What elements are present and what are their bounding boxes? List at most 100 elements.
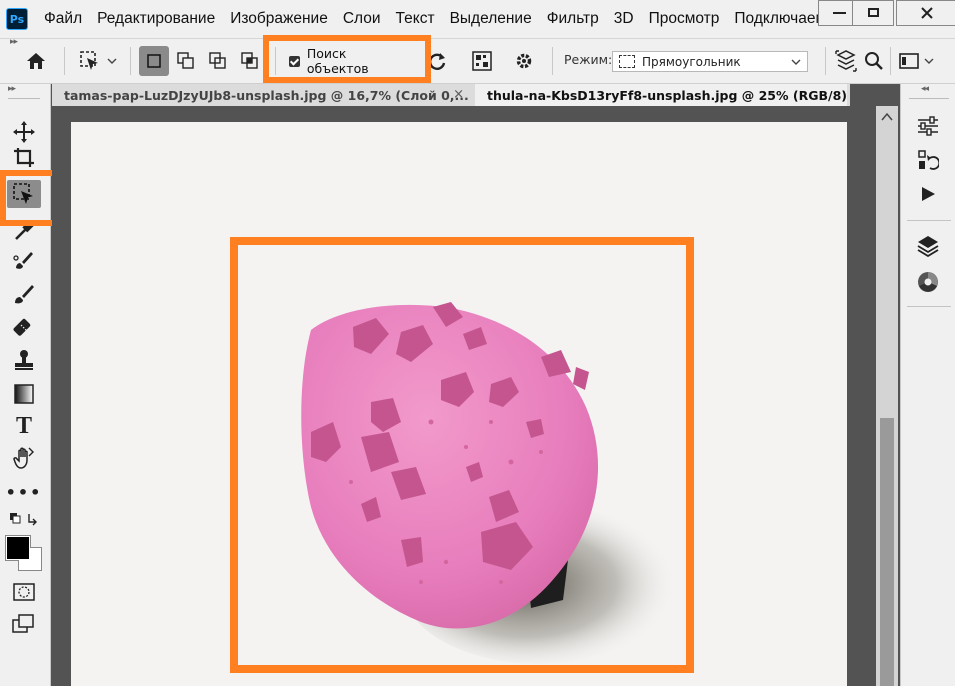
gear-icon <box>516 53 532 69</box>
panel-divider <box>907 220 951 221</box>
grip-icon: ▸▸ <box>8 84 16 94</box>
workspace-button[interactable] <box>896 46 936 76</box>
move-icon <box>13 121 35 143</box>
quick-mask-icon <box>13 583 35 601</box>
panel-divider <box>8 98 40 99</box>
close-tab-icon[interactable]: × <box>453 87 464 102</box>
intersect-selection-icon <box>241 52 258 69</box>
scroll-up-icon[interactable] <box>881 112 893 122</box>
tab-thula-na[interactable]: thula-na-KbsD13ryFf8-unsplash.jpg @ 25% … <box>475 84 847 106</box>
eraser-tool[interactable] <box>7 314 41 342</box>
new-selection-button[interactable] <box>139 46 169 76</box>
workspace-icon <box>898 53 919 69</box>
swap-colors-controls[interactable] <box>7 510 41 528</box>
minimize-icon <box>833 12 846 14</box>
subtract-selection-button[interactable] <box>203 46 233 76</box>
maximize-button[interactable] <box>852 0 894 26</box>
menu-view[interactable]: Просмотр <box>649 10 720 28</box>
gradient-tool[interactable] <box>7 380 41 408</box>
scroll-thumb[interactable] <box>880 418 894 686</box>
divider <box>64 47 65 75</box>
select-subject-icon <box>835 50 857 72</box>
type-icon: T <box>15 412 32 439</box>
close-window-button[interactable] <box>896 0 955 26</box>
tab-label: tamas-pap-LuzDJzyUJb8-unsplash.jpg @ 16,… <box>64 87 469 103</box>
highlight-object-selection-tool <box>0 170 58 226</box>
actions-panel-button[interactable] <box>914 180 942 208</box>
rectangle-mode-icon <box>619 55 635 68</box>
divider <box>552 47 553 75</box>
channels-icon <box>918 272 938 292</box>
hand-icon <box>13 447 34 469</box>
document-tabs: tamas-pap-LuzDJzyUJb8-unsplash.jpg @ 16,… <box>52 84 850 106</box>
home-button[interactable] <box>20 46 52 76</box>
tab-label: thula-na-KbsD13ryFf8-unsplash.jpg @ 25% … <box>487 87 847 103</box>
spot-healing-tool[interactable] <box>7 246 41 274</box>
close-icon <box>921 7 933 19</box>
search-button[interactable] <box>862 46 886 76</box>
properties-panel-button[interactable] <box>914 112 942 140</box>
photoshop-logo: Ps <box>6 8 28 30</box>
subtract-selection-icon <box>209 52 226 69</box>
crop-icon <box>14 148 34 167</box>
mode-select[interactable]: Прямоугольник <box>612 51 808 72</box>
divider <box>825 47 826 75</box>
chevron-down-icon <box>791 59 801 65</box>
vertical-scrollbar[interactable] <box>876 106 898 686</box>
options-bar: ▸▸ Поиск объектов Режим: <box>0 37 955 84</box>
type-tool[interactable]: T <box>7 412 41 440</box>
menu-filter[interactable]: Фильтр <box>547 10 599 28</box>
menu-bar: Ps Файл Редактирование Изображение Слои … <box>0 0 955 39</box>
objects-grid-icon <box>472 51 492 71</box>
menu-file[interactable]: Файл <box>44 10 82 28</box>
layers-panel-button[interactable] <box>914 232 942 260</box>
mode-value: Прямоугольник <box>642 54 741 69</box>
default-colors-icon <box>10 513 37 526</box>
grip-icon: ◂◂ <box>921 84 929 94</box>
menu-edit[interactable]: Редактирование <box>97 10 215 28</box>
history-panel-button[interactable] <box>914 146 942 174</box>
divider <box>130 47 131 75</box>
menu-image[interactable]: Изображение <box>230 10 328 28</box>
menu-type[interactable]: Текст <box>396 10 435 28</box>
foreground-color-swatch-front[interactable] <box>6 536 30 560</box>
tab-tamas-pap[interactable]: tamas-pap-LuzDJzyUJb8-unsplash.jpg @ 16,… <box>52 84 472 106</box>
tool-preset-picker[interactable] <box>74 46 122 76</box>
mode-label: Режим: <box>564 52 613 67</box>
settings-button[interactable] <box>511 46 537 76</box>
panel-divider <box>909 98 949 99</box>
chevron-down-icon <box>924 58 933 64</box>
menu-3d[interactable]: 3D <box>614 10 634 28</box>
history-icon <box>918 150 939 170</box>
hand-tool[interactable] <box>7 444 41 472</box>
gradient-icon <box>14 384 34 404</box>
home-icon <box>27 53 45 69</box>
brush-tool[interactable] <box>7 280 41 308</box>
crop-tool[interactable] <box>7 148 41 168</box>
screen-mode-button[interactable] <box>7 610 41 638</box>
move-tool[interactable] <box>7 118 41 146</box>
add-to-selection-button[interactable] <box>171 46 201 76</box>
new-selection-icon <box>147 54 161 68</box>
menu-layers[interactable]: Слои <box>343 10 381 28</box>
object-selection-icon <box>80 51 98 70</box>
sliders-icon <box>918 116 938 136</box>
intersect-selection-button[interactable] <box>235 46 265 76</box>
more-tools[interactable]: ••• <box>5 478 43 506</box>
menu-select[interactable]: Выделение <box>450 10 532 28</box>
layers-icon <box>917 236 939 257</box>
stamp-icon <box>15 350 33 370</box>
quick-mask-button[interactable] <box>7 578 41 606</box>
screen-mode-icon <box>12 614 34 633</box>
spot-healing-brush-icon <box>13 252 33 269</box>
more-icon: ••• <box>5 482 43 502</box>
grip-icon: ▸▸ <box>10 37 18 47</box>
show-all-objects-button[interactable] <box>469 46 495 76</box>
select-subject-button[interactable] <box>833 46 859 76</box>
clone-stamp-tool[interactable] <box>7 346 41 374</box>
brush-icon <box>15 285 34 304</box>
maximize-icon <box>868 8 879 17</box>
panel-divider <box>907 306 951 307</box>
right-panel-dock: ◂◂ <box>900 84 955 686</box>
channels-panel-button[interactable] <box>914 268 942 296</box>
